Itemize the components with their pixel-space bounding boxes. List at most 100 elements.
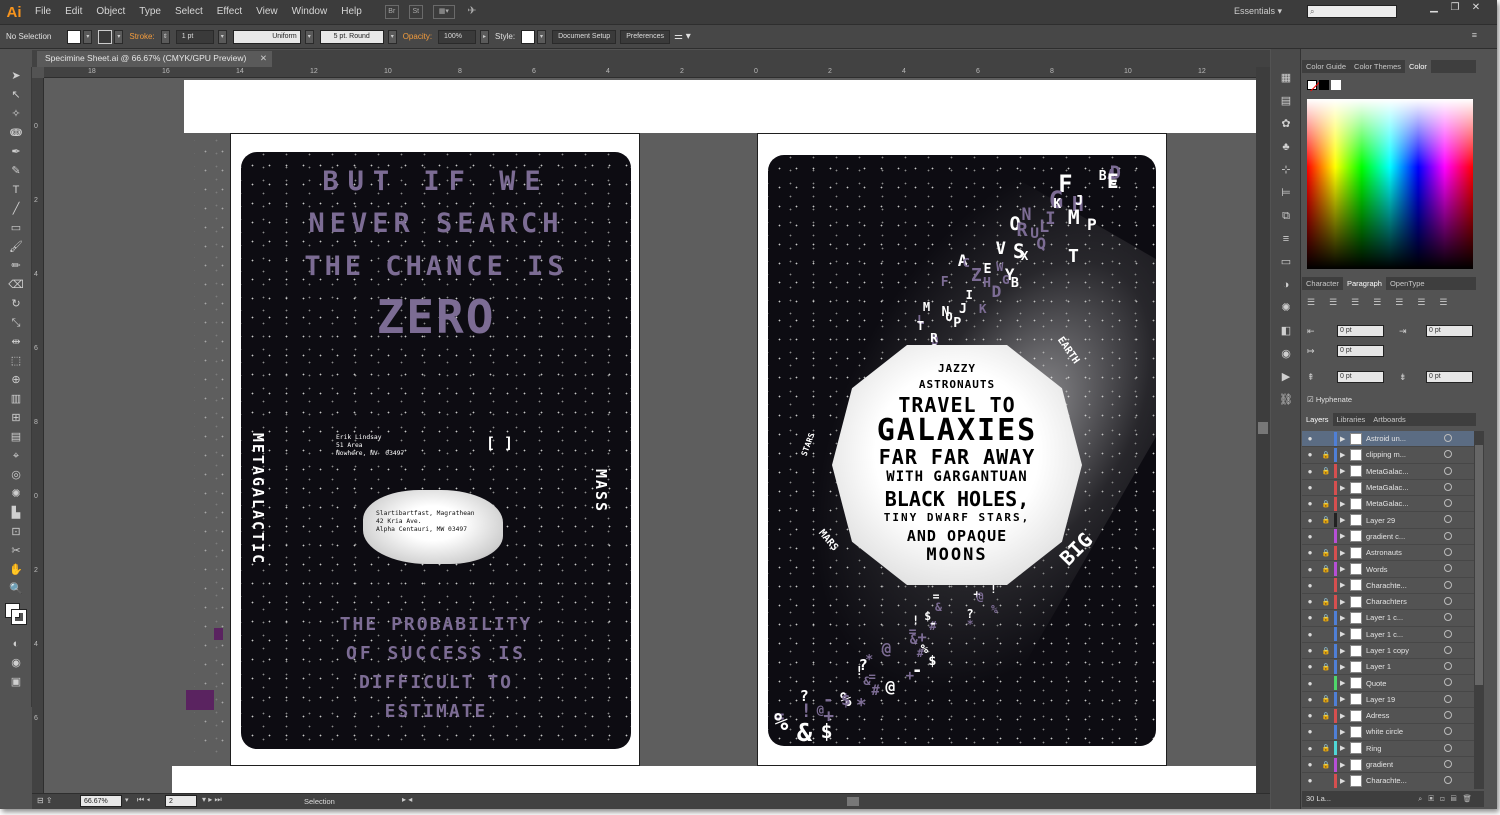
stock-icon[interactable]: St	[408, 5, 423, 19]
visibility-eye-icon[interactable]: ●	[1302, 434, 1318, 443]
visibility-eye-icon[interactable]: ●	[1302, 499, 1318, 508]
expand-arrow-icon[interactable]: ▶	[1340, 500, 1350, 508]
tab-color[interactable]: Color	[1405, 60, 1431, 73]
visibility-eye-icon[interactable]: ●	[1302, 711, 1318, 720]
lock-icon[interactable]: 🔒	[1318, 549, 1334, 557]
stroke-label[interactable]: Stroke:	[129, 32, 154, 41]
expand-arrow-icon[interactable]: ▶	[1340, 695, 1350, 703]
target-circle-icon[interactable]	[1444, 531, 1452, 540]
width-tool-icon[interactable]: ⇹	[0, 333, 32, 352]
stroke-color-box[interactable]	[11, 609, 27, 625]
hand-tool-icon[interactable]: ✋	[0, 561, 32, 580]
visibility-eye-icon[interactable]: ●	[1302, 516, 1318, 525]
visibility-eye-icon[interactable]: ●	[1302, 727, 1318, 736]
status-arrow[interactable]: ▸ ◂	[402, 795, 412, 804]
canvas[interactable]: BUT IF WE NEVER SEARCH THE CHANCE IS ZER…	[44, 78, 1256, 793]
visibility-eye-icon[interactable]: ●	[1302, 695, 1318, 704]
visibility-eye-icon[interactable]: ●	[1302, 597, 1318, 606]
target-circle-icon[interactable]	[1444, 678, 1452, 687]
layer-row[interactable]: ● 🔒 ▶ Layer 29	[1302, 512, 1474, 529]
menu-help[interactable]: Help	[334, 0, 369, 24]
target-circle-icon[interactable]	[1444, 580, 1452, 589]
first-artboard-icon[interactable]: ⏮ ◂	[137, 795, 150, 805]
free-transform-icon[interactable]: ⬚	[0, 352, 32, 371]
layer-row[interactable]: ● ▶ Charachte...	[1302, 773, 1474, 789]
artboard-2[interactable]: ABCDEFGHIJKLMNOPQRSTUVWXYZABCDEFGHIJKLMN…	[757, 133, 1167, 766]
visibility-eye-icon[interactable]: ●	[1302, 450, 1318, 459]
artboard-tool-icon[interactable]: ⊡	[0, 523, 32, 542]
expand-arrow-icon[interactable]: ▶	[1340, 581, 1350, 589]
visibility-eye-icon[interactable]: ●	[1302, 744, 1318, 753]
lock-icon[interactable]: 🔒	[1318, 712, 1334, 720]
artboard-1[interactable]: BUT IF WE NEVER SEARCH THE CHANCE IS ZER…	[230, 133, 640, 766]
menu-effect[interactable]: Effect	[210, 0, 249, 24]
tab-artboards[interactable]: Artboards	[1369, 413, 1410, 426]
zoom-field[interactable]: 66.67%	[80, 795, 122, 807]
expand-arrow-icon[interactable]: ▶	[1340, 679, 1350, 687]
expand-arrow-icon[interactable]: ▶	[1340, 484, 1350, 492]
layer-row[interactable]: ● 🔒 ▶ Layer 1 copy	[1302, 643, 1474, 660]
pen-tool-icon[interactable]: ✒	[0, 143, 32, 162]
menu-view[interactable]: View	[249, 0, 285, 24]
first-line-indent-field[interactable]: 0 pt	[1337, 345, 1384, 357]
fill-stroke-widget[interactable]	[0, 599, 31, 635]
menu-type[interactable]: Type	[132, 0, 168, 24]
scale-icon[interactable]: ⤡	[0, 314, 32, 333]
gradient-icon[interactable]: ▤	[0, 428, 32, 447]
layer-row[interactable]: ● ▶ Layer 1 c...	[1302, 627, 1474, 643]
selection-tool-icon[interactable]: ➤	[0, 67, 32, 86]
stroke-panel-icon[interactable]: ≡	[1271, 228, 1301, 251]
menu-object[interactable]: Object	[89, 0, 132, 24]
layer-row[interactable]: ● 🔒 ▶ Charachters	[1302, 594, 1474, 611]
slice-icon[interactable]: ✂	[0, 542, 32, 561]
lock-icon[interactable]: 🔒	[1318, 500, 1334, 508]
target-circle-icon[interactable]	[1444, 548, 1452, 557]
opacity-arrow[interactable]: ▸	[480, 29, 490, 44]
graphic-styles-icon[interactable]: ◧	[1271, 320, 1301, 343]
close-window-icon[interactable]: ✕	[1467, 2, 1485, 16]
menu-edit[interactable]: Edit	[58, 0, 89, 24]
close-tab-icon[interactable]: ✕	[260, 51, 267, 66]
lock-icon[interactable]: 🔒	[1318, 663, 1334, 671]
layer-row[interactable]: ● 🔒 ▶ Words	[1302, 561, 1474, 578]
bridge-icon[interactable]: Br	[384, 5, 399, 19]
shape-builder-icon[interactable]: ⊕	[0, 371, 32, 390]
target-circle-icon[interactable]	[1444, 694, 1452, 703]
mesh-icon[interactable]: ⊞	[0, 409, 32, 428]
visibility-eye-icon[interactable]: ●	[1302, 467, 1318, 476]
target-circle-icon[interactable]	[1444, 662, 1452, 671]
visibility-eye-icon[interactable]: ●	[1302, 581, 1318, 590]
tab-character[interactable]: Character	[1302, 277, 1343, 290]
links-icon[interactable]: ⛓	[1271, 389, 1301, 412]
draw-mode-icon[interactable]: ◉	[0, 654, 32, 673]
help-search-input[interactable]: ⌕	[1307, 5, 1397, 18]
layers-scrollbar[interactable]	[1474, 431, 1484, 789]
curvature-icon[interactable]: ✎	[0, 162, 32, 181]
minimize-icon[interactable]: ▁	[1425, 2, 1443, 16]
expand-arrow-icon[interactable]: ▶	[1340, 712, 1350, 720]
target-circle-icon[interactable]	[1444, 743, 1452, 752]
perspective-grid-icon[interactable]: ▥	[0, 390, 32, 409]
target-circle-icon[interactable]	[1444, 711, 1452, 720]
expand-arrow-icon[interactable]: ▶	[1340, 532, 1350, 540]
image-trace-icon[interactable]: ▤	[1271, 90, 1301, 113]
graph-tool-icon[interactable]: ▙	[0, 504, 32, 523]
opacity-field[interactable]: 100%	[438, 29, 477, 44]
menu-file[interactable]: File	[28, 0, 58, 24]
visibility-eye-icon[interactable]: ●	[1302, 532, 1318, 541]
document-tab[interactable]: Specimine Sheet.ai @ 66.67% (CMYK/GPU Pr…	[37, 51, 272, 67]
expand-arrow-icon[interactable]: ▶	[1340, 565, 1350, 573]
opacity-label[interactable]: Opacity:	[403, 32, 432, 41]
artboard-number-field[interactable]: 2	[165, 795, 197, 807]
lock-icon[interactable]: 🔒	[1318, 467, 1334, 475]
transparency-icon[interactable]: ◑	[1271, 274, 1301, 297]
fill-swatch[interactable]	[67, 29, 82, 44]
brushes-icon[interactable]: ✿	[1271, 113, 1301, 136]
layer-row[interactable]: ● ▶ Charachte...	[1302, 578, 1474, 594]
visibility-eye-icon[interactable]: ●	[1302, 760, 1318, 769]
tab-paragraph[interactable]: Paragraph	[1342, 277, 1386, 290]
layer-row[interactable]: ● 🔒 ▶ Adress	[1302, 708, 1474, 725]
expand-arrow-icon[interactable]: ▶	[1340, 647, 1350, 655]
lock-icon[interactable]: 🔒	[1318, 516, 1334, 524]
layer-row[interactable]: ● 🔒 ▶ Astronauts	[1302, 545, 1474, 562]
